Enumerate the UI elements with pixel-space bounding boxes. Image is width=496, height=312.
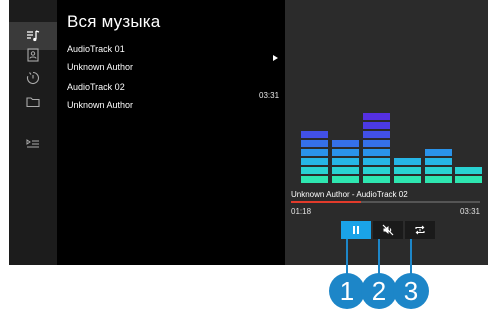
pause-button[interactable] <box>341 221 371 239</box>
equalizer-segment <box>425 149 452 156</box>
callout-badge-2: 2 <box>361 273 397 309</box>
equalizer-segment <box>455 176 482 183</box>
equalizer-segment <box>332 149 359 156</box>
equalizer-segment <box>425 158 452 165</box>
sidebar-item-folders[interactable] <box>9 88 57 116</box>
equalizer-segment <box>332 167 359 174</box>
mute-button[interactable] <box>373 221 403 239</box>
equalizer-segment <box>363 158 390 165</box>
equalizer-segment <box>301 131 328 138</box>
callout-connector <box>378 239 380 275</box>
progress-bar[interactable] <box>291 201 480 203</box>
equalizer-segment <box>363 122 390 129</box>
equalizer-segment <box>332 140 359 147</box>
equalizer-segment <box>332 176 359 183</box>
callout-connector <box>410 239 412 275</box>
equalizer-segment <box>363 149 390 156</box>
equalizer-segment <box>363 140 390 147</box>
progress-fill <box>291 201 361 203</box>
repeat-icon <box>415 225 425 235</box>
total-time: 03:31 <box>459 207 480 216</box>
sidebar-item-playlists[interactable] <box>9 130 57 158</box>
sidebar <box>9 0 57 265</box>
elapsed-time: 01:18 <box>291 207 312 216</box>
equalizer-segment <box>425 176 452 183</box>
player-panel: Unknown Author - AudioTrack 02 01:18 03:… <box>285 0 488 265</box>
equalizer-segment <box>363 176 390 183</box>
track-title: AudioTrack 01 <box>67 44 125 54</box>
equalizer-segment <box>301 158 328 165</box>
track-item-2[interactable]: AudioTrack 02 Unknown Author <box>67 78 133 114</box>
equalizer-segment <box>301 167 328 174</box>
page-title: Вся музыка <box>67 12 161 31</box>
equalizer-segment <box>394 158 421 165</box>
equalizer-segment <box>301 149 328 156</box>
track-author: Unknown Author <box>67 100 134 110</box>
pause-icon <box>353 226 359 234</box>
tv-screen: Вся музыка AudioTrack 01 Unknown Author … <box>9 0 488 265</box>
folder-icon <box>26 97 40 108</box>
equalizer-segment <box>425 167 452 174</box>
equalizer-segment <box>363 113 390 120</box>
equalizer-visualizer <box>301 113 482 183</box>
equalizer-segment <box>363 131 390 138</box>
equalizer-segment <box>301 176 328 183</box>
now-playing-arrow-icon <box>273 55 278 61</box>
callout-badge-1: 1 <box>329 273 365 309</box>
contact-card-icon <box>27 48 39 62</box>
playlist-icon <box>26 139 39 148</box>
callout-badge-3: 3 <box>393 273 429 309</box>
track-author: Unknown Author <box>67 62 134 72</box>
mute-icon <box>382 224 394 236</box>
recent-clock-icon <box>26 71 40 85</box>
callout-connector <box>346 239 348 275</box>
track-title: AudioTrack 02 <box>67 82 125 92</box>
equalizer-segment <box>332 158 359 165</box>
track-item-1[interactable]: AudioTrack 01 Unknown Author <box>67 40 133 76</box>
now-playing-title: Unknown Author - AudioTrack 02 <box>291 190 408 199</box>
equalizer-segment <box>394 167 421 174</box>
equalizer-segment <box>363 167 390 174</box>
equalizer-segment <box>394 176 421 183</box>
equalizer-segment <box>301 140 328 147</box>
equalizer-segment <box>455 167 482 174</box>
repeat-button[interactable] <box>405 221 435 239</box>
track-duration: 03:31 <box>259 91 280 100</box>
